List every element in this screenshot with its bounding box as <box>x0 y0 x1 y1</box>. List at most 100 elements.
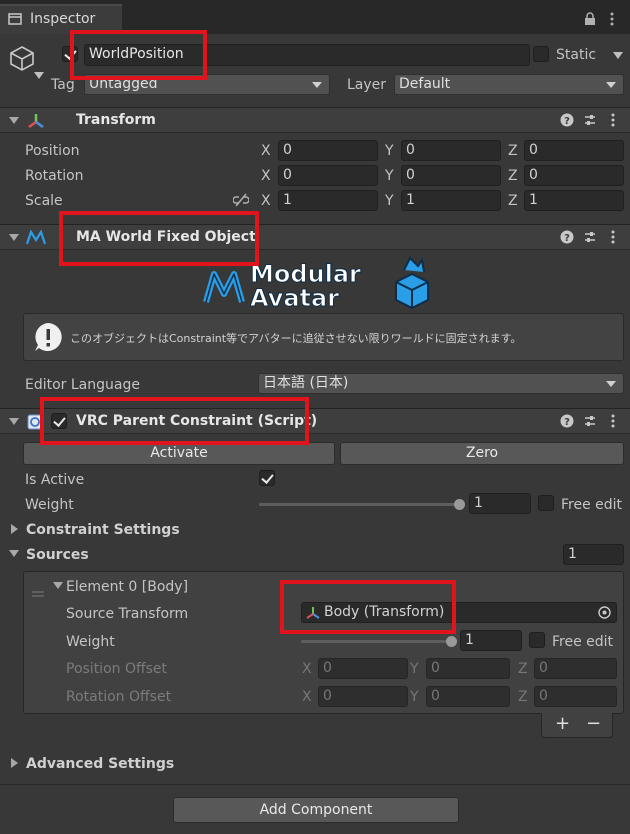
layer-value: Default <box>399 76 451 92</box>
more-icon[interactable] <box>606 230 620 244</box>
axis-y-label: Y <box>410 689 419 705</box>
info-message: このオブジェクトはConstraint等でアバターに追従させない限りワールドに固… <box>70 332 522 345</box>
element-weight-label: Weight <box>66 634 115 650</box>
axis-x-label: X <box>302 689 312 705</box>
axis-x-label: X <box>261 168 271 184</box>
preset-icon[interactable] <box>583 414 597 428</box>
advanced-settings-foldout-arrow[interactable] <box>11 758 18 768</box>
activate-button[interactable]: Activate <box>23 442 335 465</box>
scale-label: Scale <box>25 193 63 209</box>
help-icon[interactable]: ? <box>560 230 574 244</box>
help-icon[interactable]: ? <box>560 113 574 127</box>
sources-label[interactable]: Sources <box>26 546 89 564</box>
weight-field[interactable]: 1 <box>469 493 531 514</box>
lock-icon[interactable] <box>584 12 596 26</box>
foldout-arrow[interactable] <box>9 234 19 241</box>
scale-z-field[interactable]: 1 <box>524 190 624 211</box>
cube-icon <box>8 44 36 72</box>
axis-z-label: Z <box>518 661 528 677</box>
axis-z-label: Z <box>508 168 518 184</box>
element-weight-slider[interactable] <box>301 631 457 651</box>
free-edit-label: Free edit <box>561 497 623 513</box>
help-icon[interactable]: ? <box>560 414 574 428</box>
element-weight-slider-track <box>301 640 451 643</box>
highlight-source-transform <box>280 580 456 634</box>
weight-slider-track <box>259 503 459 506</box>
zero-button[interactable]: Zero <box>340 442 624 465</box>
rotation-offset-z-field[interactable]: 0 <box>534 686 617 707</box>
highlight-object-name <box>70 30 207 80</box>
drag-handle-icon[interactable] <box>32 585 44 597</box>
axis-x-label: X <box>302 661 312 677</box>
preset-icon[interactable] <box>583 230 597 244</box>
foldout-arrow[interactable] <box>9 418 19 425</box>
position-offset-x-field[interactable]: 0 <box>318 658 408 679</box>
static-dropdown-arrow[interactable] <box>613 52 623 59</box>
foldout-arrow[interactable] <box>9 117 19 124</box>
scale-x-field[interactable]: 1 <box>278 190 378 211</box>
layer-label: Layer <box>347 77 387 93</box>
source-transform-label: Source Transform <box>66 606 189 622</box>
rotation-offset-x-field[interactable]: 0 <box>318 686 408 707</box>
vrc-header-icons: ? <box>560 414 620 428</box>
position-label: Position <box>25 143 80 159</box>
advanced-settings-label[interactable]: Advanced Settings <box>26 755 174 773</box>
more-icon[interactable] <box>606 113 620 127</box>
tab-inspector-label: Inspector <box>30 11 96 27</box>
link-icon[interactable] <box>232 193 250 207</box>
logo-text-avatar: Avatar <box>250 284 339 310</box>
preset-icon[interactable] <box>583 113 597 127</box>
sources-count-field[interactable]: 1 <box>563 544 624 565</box>
remove-element-button[interactable]: − <box>586 713 601 734</box>
position-y-field[interactable]: 0 <box>401 140 501 161</box>
element-weight-slider-knob[interactable] <box>446 636 457 647</box>
free-edit-checkbox[interactable] <box>538 495 554 511</box>
element-free-edit-checkbox[interactable] <box>529 632 545 648</box>
position-z-field[interactable]: 0 <box>524 140 624 161</box>
editor-language-dropdown[interactable]: 日本語 (日本) <box>258 373 624 394</box>
target-icon[interactable] <box>598 606 611 619</box>
element-title[interactable]: Element 0 [Body] <box>66 578 188 596</box>
svg-text:?: ? <box>564 417 570 428</box>
is-active-checkbox[interactable] <box>259 470 275 486</box>
static-checkbox[interactable] <box>533 46 549 62</box>
transform-title: Transform <box>76 112 156 128</box>
constraint-settings-foldout-arrow[interactable] <box>11 524 18 534</box>
weight-slider[interactable] <box>259 494 465 514</box>
add-element-button[interactable]: + <box>555 713 570 734</box>
axis-x-label: X <box>261 193 271 209</box>
element-weight-field[interactable]: 1 <box>460 630 522 651</box>
transform-icon <box>27 112 45 130</box>
info-box: このオブジェクトはConstraint等でアバターに追従させない限りワールドに固… <box>23 313 624 361</box>
add-component-button[interactable]: Add Component <box>173 797 459 823</box>
position-offset-z-field[interactable]: 0 <box>534 658 617 679</box>
transform-header[interactable]: Transform ? <box>0 107 630 133</box>
rotation-z-field[interactable]: 0 <box>524 165 624 186</box>
weight-label: Weight <box>25 497 74 513</box>
axis-y-label: Y <box>385 168 394 184</box>
ma-icon <box>25 229 47 247</box>
axis-y-label: Y <box>410 661 419 677</box>
element-foldout-arrow[interactable] <box>53 582 63 589</box>
axis-x-label: X <box>261 143 271 159</box>
list-footer: + − <box>541 713 613 738</box>
highlight-vrc-constraint <box>40 397 309 445</box>
constraint-settings-label[interactable]: Constraint Settings <box>26 521 180 539</box>
more-icon[interactable] <box>606 414 620 428</box>
layer-dropdown[interactable]: Default <box>394 74 624 95</box>
axis-y-label: Y <box>385 193 394 209</box>
position-x-field[interactable]: 0 <box>278 140 378 161</box>
position-offset-y-field[interactable]: 0 <box>426 658 510 679</box>
scale-y-field[interactable]: 1 <box>401 190 501 211</box>
axis-z-label: Z <box>508 193 518 209</box>
rotation-x-field[interactable]: 0 <box>278 165 378 186</box>
rotation-offset-y-field[interactable]: 0 <box>426 686 510 707</box>
inspector-tab-icon <box>8 13 22 25</box>
sources-foldout-arrow[interactable] <box>9 550 19 557</box>
ma-header-icons: ? <box>560 230 620 244</box>
icon-dropdown-arrow[interactable] <box>34 72 44 79</box>
menu-icon[interactable] <box>606 12 618 26</box>
rotation-y-field[interactable]: 0 <box>401 165 501 186</box>
weight-slider-knob[interactable] <box>454 499 465 510</box>
rotation-offset-label: Rotation Offset <box>66 689 172 705</box>
